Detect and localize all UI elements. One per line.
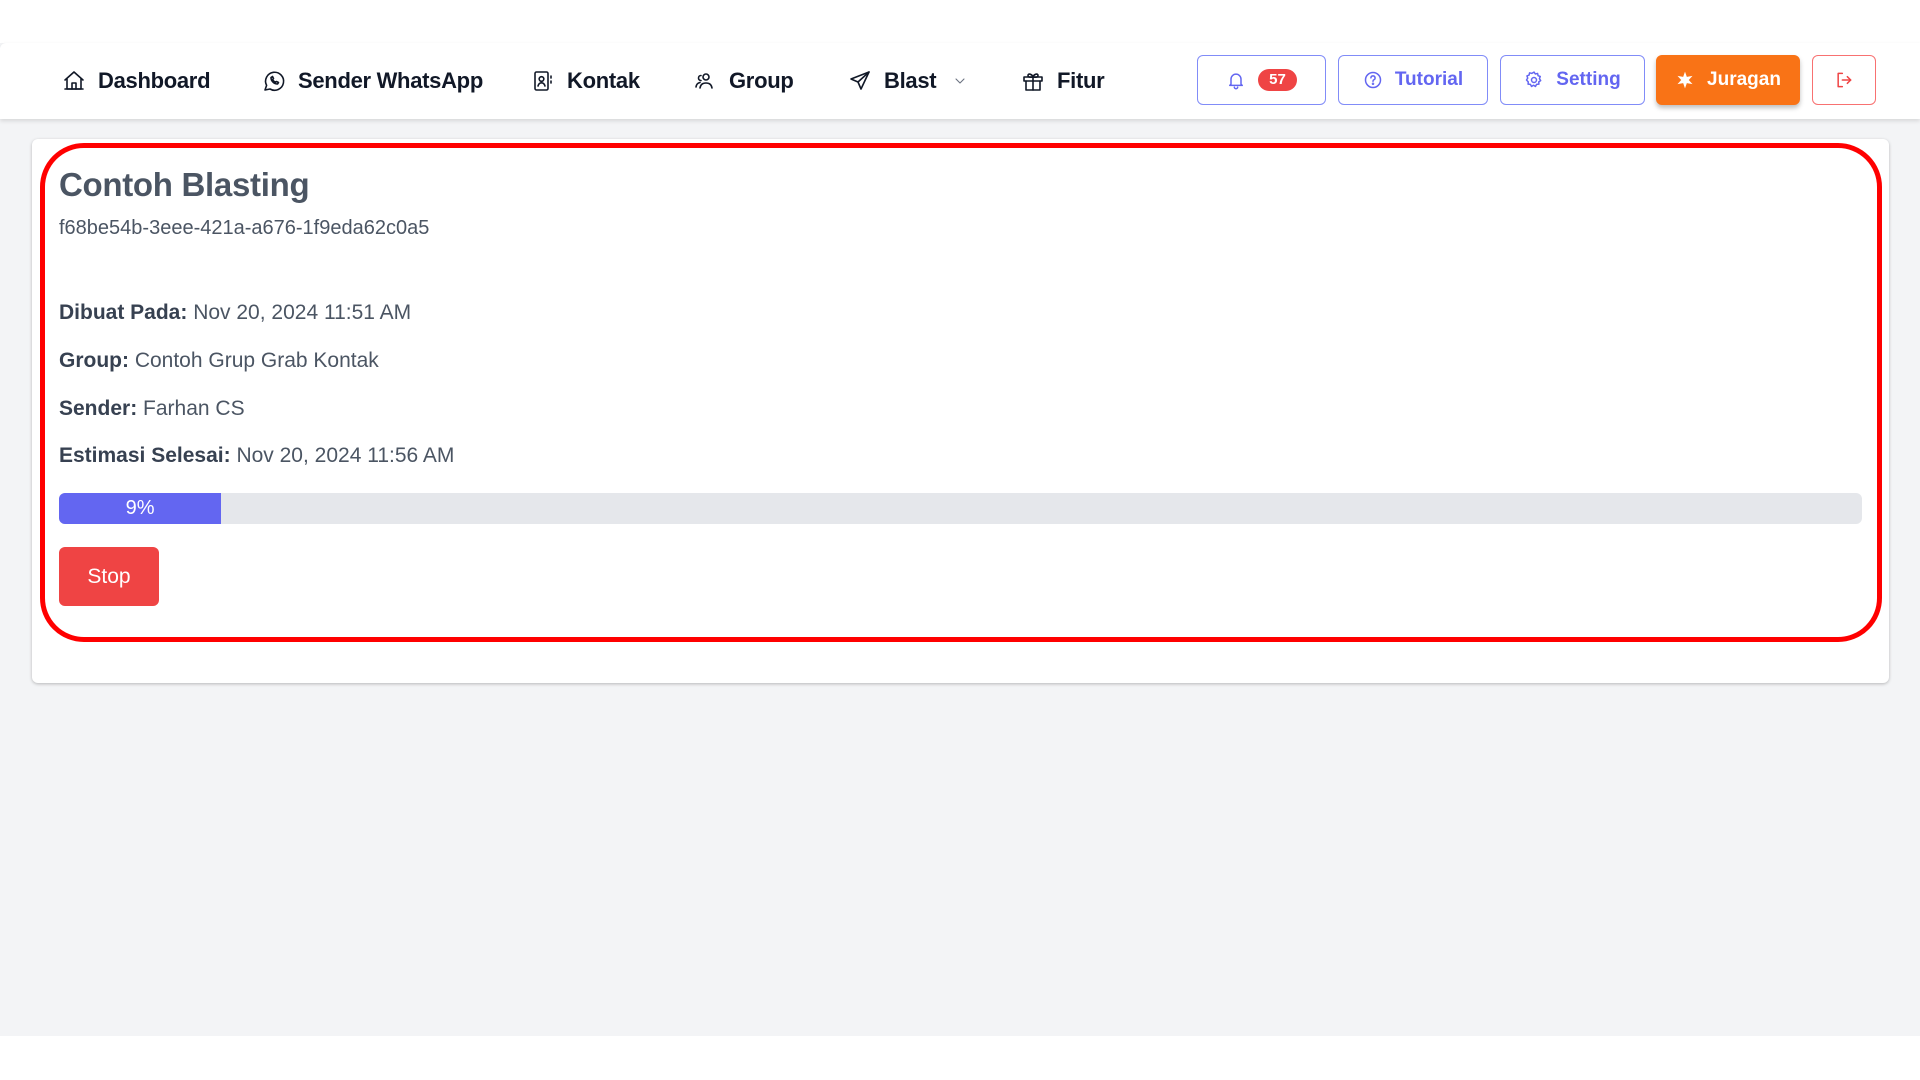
nav-fitur[interactable]: Fitur: [1021, 43, 1105, 119]
tutorial-button[interactable]: Tutorial: [1338, 55, 1488, 105]
group-value: Contoh Grup Grab Kontak: [134, 349, 379, 372]
nav-fitur-label: Fitur: [1057, 68, 1105, 93]
notifications-button[interactable]: 57: [1197, 55, 1326, 105]
chevron-down-icon: [955, 78, 965, 84]
notification-count-badge: 57: [1258, 69, 1297, 91]
home-icon: [64, 71, 84, 90]
sparkle-icon: [1677, 71, 1693, 89]
stop-button[interactable]: Stop: [59, 547, 159, 606]
help-circle-icon: [1364, 71, 1382, 89]
gear-icon: [1526, 71, 1542, 88]
group-row: Group: Contoh Grup Grab Kontak: [59, 349, 379, 373]
nav-dashboard-label: Dashboard: [98, 68, 211, 93]
gift-icon: [1023, 73, 1043, 91]
top-navbar: Dashboard Sender WhatsApp Kontak Group B…: [0, 43, 1920, 119]
estimated-finish-label: Estimasi Selesai:: [59, 444, 231, 467]
logout-icon: [1837, 72, 1852, 88]
users-icon: [695, 73, 713, 89]
nav-blast-label: Blast: [884, 68, 937, 93]
logout-button[interactable]: [1812, 55, 1876, 105]
nav-sender-whatsapp-label: Sender WhatsApp: [298, 68, 483, 93]
sender-value: Farhan CS: [143, 397, 245, 420]
nav-kontak[interactable]: Kontak: [531, 43, 640, 119]
tutorial-label: Tutorial: [1394, 69, 1464, 90]
progress-fill: 9%: [59, 493, 222, 524]
nav-group-label: Group: [729, 68, 794, 93]
nav-blast-dropdown[interactable]: Blast: [848, 43, 968, 119]
created-at-row: Dibuat Pada: Nov 20, 2024 11:51 AM: [59, 301, 411, 325]
nav-group[interactable]: Group: [693, 43, 794, 119]
group-label: Group:: [59, 349, 129, 372]
setting-label: Setting: [1556, 69, 1621, 90]
juragan-label: Juragan: [1707, 69, 1781, 90]
blast-progress-bar: 9%: [59, 493, 1862, 524]
send-icon: [850, 71, 870, 90]
sender-row: Sender: Farhan CS: [59, 397, 245, 421]
blast-title: Contoh Blasting: [59, 166, 310, 203]
estimated-finish-row: Estimasi Selesai: Nov 20, 2024 11:56 AM: [59, 444, 454, 468]
nav-kontak-label: Kontak: [567, 68, 640, 93]
blast-id: f68be54b-3eee-421a-a676-1f9eda62c0a5: [59, 217, 430, 239]
progress-label: 9%: [125, 497, 155, 519]
sender-label: Sender:: [59, 397, 138, 420]
created-at-value: Nov 20, 2024 11:51 AM: [193, 301, 412, 324]
nav-sender-whatsapp[interactable]: Sender WhatsApp: [262, 43, 483, 119]
estimated-finish-value: Nov 20, 2024 11:56 AM: [236, 444, 455, 467]
setting-button[interactable]: Setting: [1500, 55, 1645, 105]
created-at-label: Dibuat Pada:: [59, 301, 188, 324]
bell-icon: [1229, 73, 1244, 90]
whatsapp-icon: [264, 71, 285, 92]
contact-book-icon: [534, 71, 552, 91]
juragan-button[interactable]: Juragan: [1656, 55, 1800, 105]
nav-dashboard[interactable]: Dashboard: [62, 43, 211, 119]
